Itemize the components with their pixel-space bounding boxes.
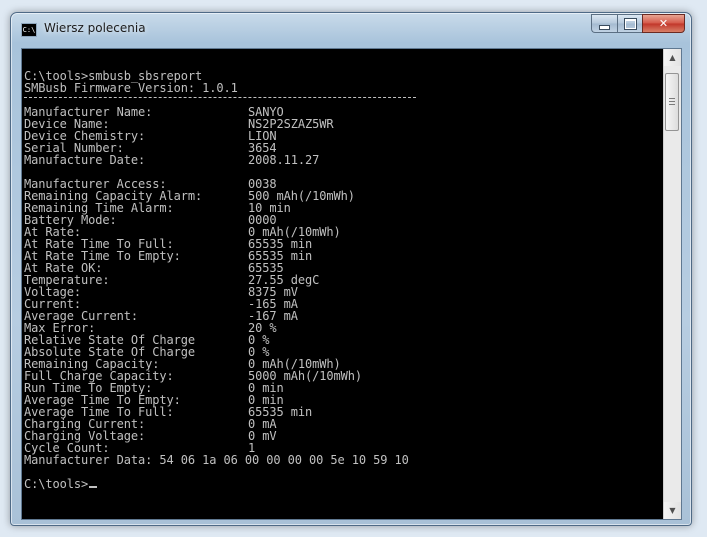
maximize-icon (624, 18, 636, 29)
scroll-down-arrow-icon[interactable]: ▼ (664, 502, 681, 519)
info-row-value: 2008.11.27 (248, 153, 320, 167)
scrollbar-thumb[interactable] (665, 73, 679, 131)
console-output: C:\tools>smbusb_sbsreport SMBusb Firmwar… (22, 49, 664, 519)
info-row-label: Manufacture Date: (24, 153, 146, 167)
prompt-text: C:\tools> (24, 477, 89, 491)
title-bar[interactable]: C:\ Wiersz polecenia ✕ (11, 13, 691, 47)
param-row: Temperature: 27.55 degC (24, 274, 624, 286)
window-title: Wiersz polecenia (44, 21, 146, 35)
minimize-button[interactable] (591, 14, 617, 33)
scroll-up-arrow-icon[interactable]: ▲ (664, 49, 681, 66)
param-row: Average Current: -167 mA (24, 310, 624, 322)
cmd-icon[interactable]: C:\ (21, 23, 37, 37)
maximize-button[interactable] (617, 14, 642, 33)
minimize-icon (599, 24, 610, 30)
param-row: Voltage: 8375 mV (24, 286, 624, 298)
param-row: At Rate Time To Empty: 65535 min (24, 250, 624, 262)
grip-line (669, 101, 675, 102)
grip-line (669, 104, 675, 105)
param-row: At Rate OK: 65535 (24, 262, 624, 274)
text-cursor (89, 486, 98, 488)
grip-line (669, 98, 675, 99)
info-row: Manufacture Date: 2008.11.27 (24, 154, 624, 166)
close-button[interactable]: ✕ (642, 14, 685, 33)
firmware-line: SMBusb Firmware Version: 1.0.1 (24, 81, 238, 95)
close-icon: ✕ (658, 17, 669, 30)
vertical-scrollbar[interactable]: ▲ ▼ (663, 49, 681, 519)
separator-rule (24, 97, 416, 98)
prompt-line: C:\tools> (24, 477, 98, 491)
manufacturer-data-line: Manufacturer Data: 54 06 1a 06 00 00 00 … (24, 453, 409, 467)
param-row: Charging Voltage: 0 mV (24, 430, 624, 442)
window-controls: ✕ (591, 14, 685, 34)
console-area[interactable]: C:\tools>smbusb_sbsreport SMBusb Firmwar… (21, 48, 682, 520)
console-window: C:\ Wiersz polecenia ✕ C:\tools>smbusb_s… (10, 12, 692, 526)
